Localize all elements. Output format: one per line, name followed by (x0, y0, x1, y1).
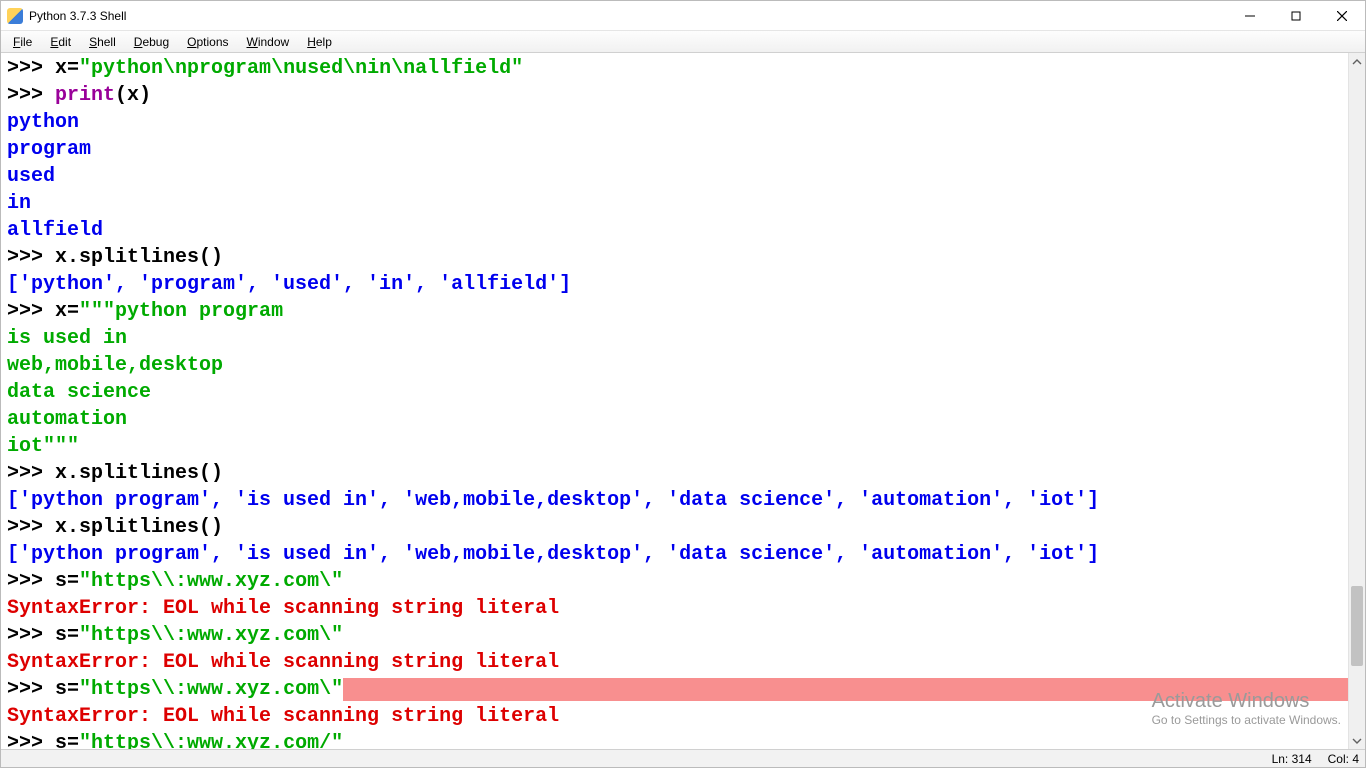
scrollbar-track[interactable] (1349, 70, 1365, 732)
output-line: allfield (7, 219, 103, 242)
selection-highlight (343, 678, 1348, 701)
menu-window[interactable]: Window (239, 33, 298, 51)
content-wrap: >>> x="python\nprogram\nused\nin\nallfie… (1, 53, 1365, 749)
error-line: SyntaxError: EOL while scanning string l… (7, 651, 559, 674)
prompt: >>> (7, 57, 55, 80)
output-line: python (7, 111, 79, 134)
menu-edit[interactable]: Edit (42, 33, 79, 51)
output-line: used (7, 165, 55, 188)
titlebar-title: Python 3.7.3 Shell (29, 9, 126, 23)
python-icon (7, 8, 23, 24)
prompt: >>> (7, 300, 55, 323)
output-line: ['python program', 'is used in', 'web,mo… (7, 489, 1099, 512)
menu-help[interactable]: Help (299, 33, 340, 51)
window-frame: Python 3.7.3 Shell File Edit Shell Debug… (0, 0, 1366, 768)
prompt: >>> (7, 678, 55, 701)
vertical-scrollbar[interactable] (1348, 53, 1365, 749)
scrollbar-thumb[interactable] (1351, 586, 1363, 665)
prompt: >>> (7, 246, 55, 269)
chevron-down-icon (1352, 736, 1362, 746)
maximize-icon (1291, 11, 1301, 21)
window-controls (1227, 1, 1365, 31)
prompt: >>> (7, 732, 55, 749)
scroll-up-button[interactable] (1349, 53, 1365, 70)
minimize-icon (1245, 11, 1255, 21)
prompt: >>> (7, 570, 55, 593)
close-icon (1337, 11, 1347, 21)
output-line: ['python', 'program', 'used', 'in', 'all… (7, 273, 571, 296)
menu-debug[interactable]: Debug (126, 33, 177, 51)
titlebar[interactable]: Python 3.7.3 Shell (1, 1, 1365, 31)
menu-file[interactable]: File (5, 33, 40, 51)
output-line: ['python program', 'is used in', 'web,mo… (7, 543, 1099, 566)
statusbar: Ln: 314 Col: 4 (1, 749, 1365, 767)
error-line: SyntaxError: EOL while scanning string l… (7, 597, 559, 620)
output-line: in (7, 192, 31, 215)
shell-output[interactable]: >>> x="python\nprogram\nused\nin\nallfie… (1, 53, 1348, 749)
menu-options[interactable]: Options (179, 33, 236, 51)
menu-shell[interactable]: Shell (81, 33, 124, 51)
prompt: >>> (7, 624, 55, 647)
output-line: program (7, 138, 91, 161)
titlebar-left: Python 3.7.3 Shell (1, 8, 126, 24)
error-line: SyntaxError: EOL while scanning string l… (7, 705, 559, 728)
prompt: >>> (7, 462, 55, 485)
scroll-down-button[interactable] (1349, 732, 1365, 749)
close-button[interactable] (1319, 1, 1365, 31)
chevron-up-icon (1352, 57, 1362, 67)
maximize-button[interactable] (1273, 1, 1319, 31)
menubar: File Edit Shell Debug Options Window Hel… (1, 31, 1365, 53)
prompt: >>> (7, 84, 55, 107)
prompt: >>> (7, 516, 55, 539)
status-line: Ln: 314 (1272, 752, 1312, 766)
minimize-button[interactable] (1227, 1, 1273, 31)
status-col: Col: 4 (1328, 752, 1359, 766)
